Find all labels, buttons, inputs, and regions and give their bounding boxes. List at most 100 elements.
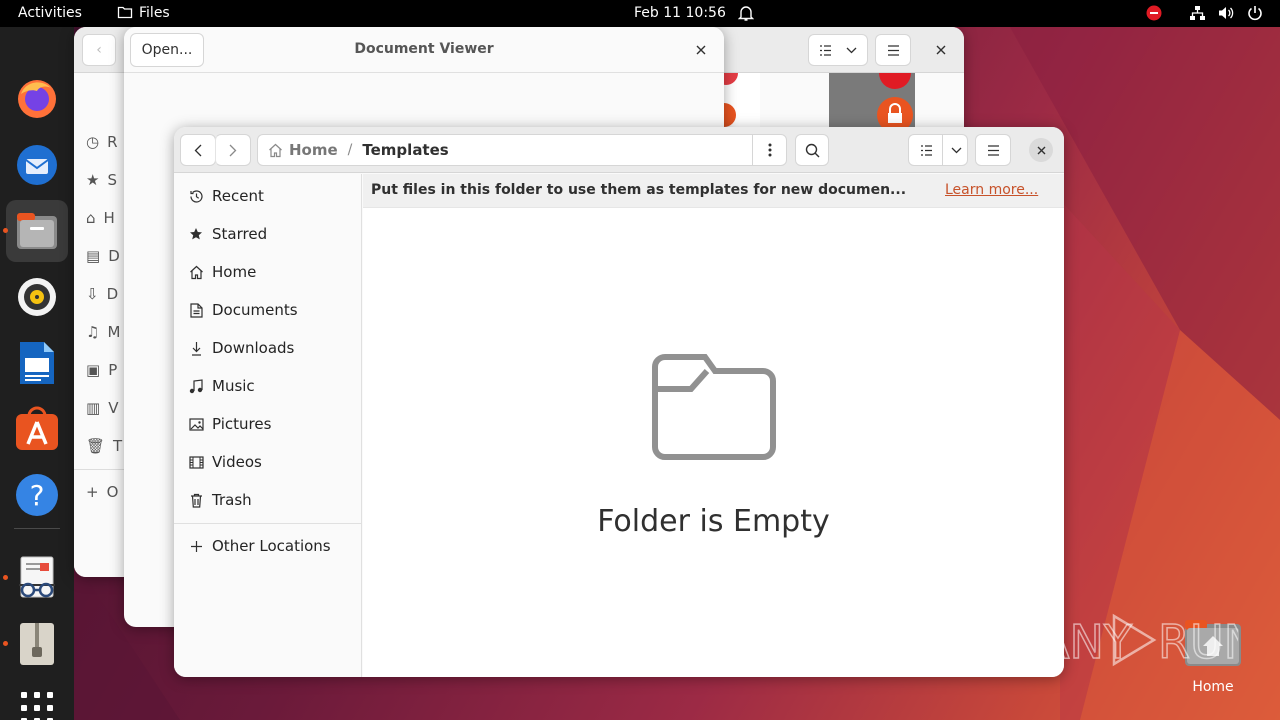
bg-sidebar-label: O bbox=[106, 483, 119, 501]
bg-sidebar-label: D bbox=[108, 247, 120, 265]
list-view-icon bbox=[921, 144, 932, 156]
sidebar-item-pictures[interactable]: Pictures bbox=[174, 405, 361, 443]
rhythmbox-icon[interactable] bbox=[6, 266, 68, 328]
empty-state-label: Folder is Empty bbox=[597, 504, 830, 539]
window-title: Document Viewer bbox=[354, 41, 494, 57]
search-button[interactable] bbox=[795, 134, 829, 166]
back-button[interactable] bbox=[180, 134, 216, 166]
sidebar-item-documents[interactable]: Documents bbox=[174, 291, 361, 329]
bg-sidebar-label: P bbox=[108, 361, 118, 379]
help-icon[interactable]: ? bbox=[6, 464, 68, 526]
svg-text:?: ? bbox=[30, 479, 45, 512]
sidebar-item-home[interactable]: Home bbox=[174, 253, 361, 291]
sidebar-item-trash[interactable]: Trash bbox=[174, 481, 361, 519]
folder-icon bbox=[117, 4, 133, 24]
document-viewer-icon[interactable] bbox=[6, 547, 68, 609]
view-options-button[interactable] bbox=[808, 34, 868, 66]
thunderbird-icon[interactable] bbox=[6, 134, 68, 196]
sidebar-item-recent[interactable]: Recent bbox=[174, 177, 361, 215]
desktop-home-label: Home bbox=[1192, 679, 1234, 695]
dock: ? bbox=[0, 27, 74, 720]
background-sidebar: ◷ R ★ S ⌂ H ▤ D ⇩ D ♫ M ▣ P ▥ V 🗑 T + O bbox=[74, 73, 124, 577]
background-file-thumbnail-2 bbox=[829, 57, 915, 133]
clock[interactable]: Feb 11 10:56 bbox=[634, 5, 726, 21]
sidebar-label: Videos bbox=[212, 453, 262, 471]
close-icon bbox=[1037, 146, 1045, 154]
firefox-icon[interactable] bbox=[6, 67, 68, 129]
app-menu-files[interactable]: Files bbox=[139, 5, 170, 21]
main-menu-button[interactable] bbox=[975, 134, 1011, 166]
view-options-button[interactable] bbox=[908, 134, 968, 166]
home-icon bbox=[269, 143, 282, 157]
file-view[interactable]: Put files in this folder to use them as … bbox=[363, 174, 1064, 677]
app-center-icon[interactable] bbox=[6, 398, 68, 460]
close-icon[interactable] bbox=[930, 39, 952, 61]
path-menu-button[interactable] bbox=[753, 135, 786, 165]
sidebar-label: Music bbox=[212, 377, 255, 395]
sidebar-item-other-locations[interactable]: Other Locations bbox=[174, 527, 361, 565]
close-button[interactable] bbox=[1029, 138, 1053, 162]
chevron-down-icon bbox=[951, 147, 962, 154]
sidebar-item-starred[interactable]: Starred bbox=[174, 215, 361, 253]
close-icon[interactable] bbox=[690, 39, 712, 61]
kebab-menu-icon bbox=[768, 143, 771, 157]
archive-manager-icon[interactable] bbox=[6, 613, 68, 675]
power-icon[interactable] bbox=[1247, 5, 1263, 25]
hamburger-menu-icon bbox=[987, 144, 999, 156]
top-bar: Activities Files Feb 11 10:56 bbox=[0, 0, 1280, 27]
bg-sidebar-label: D bbox=[106, 285, 119, 303]
learn-more-link[interactable]: Learn more... bbox=[945, 182, 1038, 198]
writer-icon[interactable] bbox=[6, 332, 68, 394]
sidebar-item-downloads[interactable]: Downloads bbox=[174, 329, 361, 367]
downloads-icon bbox=[188, 340, 204, 356]
activities-button[interactable]: Activities bbox=[18, 5, 82, 21]
sidebar-label: Pictures bbox=[212, 415, 272, 433]
show-apps-icon[interactable] bbox=[6, 677, 68, 720]
do-not-disturb-icon[interactable] bbox=[1146, 5, 1162, 25]
star-icon bbox=[188, 226, 204, 242]
bg-sidebar-label: V bbox=[108, 399, 119, 417]
notification-bell-icon[interactable] bbox=[737, 4, 755, 26]
sidebar-item-videos[interactable]: Videos bbox=[174, 443, 361, 481]
sidebar-divider bbox=[174, 523, 361, 524]
background-file-thumbnail bbox=[712, 61, 760, 127]
sidebar: Recent Starred Home Documents Downloads … bbox=[174, 174, 362, 677]
dock-separator bbox=[14, 528, 60, 529]
empty-folder-icon bbox=[649, 349, 779, 467]
files-running-indicator bbox=[3, 228, 8, 233]
path-separator: / bbox=[347, 142, 353, 158]
search-icon bbox=[805, 143, 819, 157]
path-current[interactable]: Templates bbox=[362, 141, 448, 159]
info-bar-message: Put files in this folder to use them as … bbox=[371, 182, 907, 198]
network-icon[interactable] bbox=[1189, 5, 1206, 25]
documents-icon bbox=[188, 302, 204, 318]
chevron-right-icon bbox=[229, 144, 237, 156]
home-icon bbox=[188, 264, 204, 280]
bg-sidebar-label: H bbox=[103, 209, 115, 227]
info-bar: Put files in this folder to use them as … bbox=[363, 174, 1064, 208]
forward-button[interactable] bbox=[215, 134, 251, 166]
main-menu-button[interactable] bbox=[875, 34, 911, 66]
pictures-icon bbox=[188, 416, 204, 432]
path-bar[interactable]: Home / Templates bbox=[257, 134, 787, 166]
back-button[interactable]: ‹ bbox=[82, 34, 116, 66]
sidebar-label: Other Locations bbox=[212, 537, 331, 555]
sidebar-label: Documents bbox=[212, 301, 298, 319]
volume-icon[interactable] bbox=[1218, 5, 1235, 25]
sidebar-label: Downloads bbox=[212, 339, 295, 357]
files-icon[interactable] bbox=[6, 200, 68, 262]
files-window[interactable]: Home / Templates Recent Starred Home Doc… bbox=[174, 127, 1064, 677]
archive-manager-running-indicator bbox=[3, 641, 8, 646]
document-viewer-running-indicator bbox=[3, 575, 8, 580]
sidebar-item-music[interactable]: Music bbox=[174, 367, 361, 405]
bg-sidebar-label: R bbox=[107, 133, 118, 151]
bg-sidebar-label: M bbox=[107, 323, 121, 341]
anyrun-watermark-logo: ANY RUN bbox=[1037, 610, 1259, 670]
sidebar-label: Trash bbox=[212, 491, 252, 509]
trash-icon bbox=[188, 492, 204, 508]
recent-icon bbox=[188, 188, 204, 204]
sidebar-label: Recent bbox=[212, 187, 264, 205]
path-home[interactable]: Home bbox=[289, 141, 338, 159]
bg-sidebar-label: S bbox=[107, 171, 117, 189]
music-icon bbox=[188, 378, 204, 394]
